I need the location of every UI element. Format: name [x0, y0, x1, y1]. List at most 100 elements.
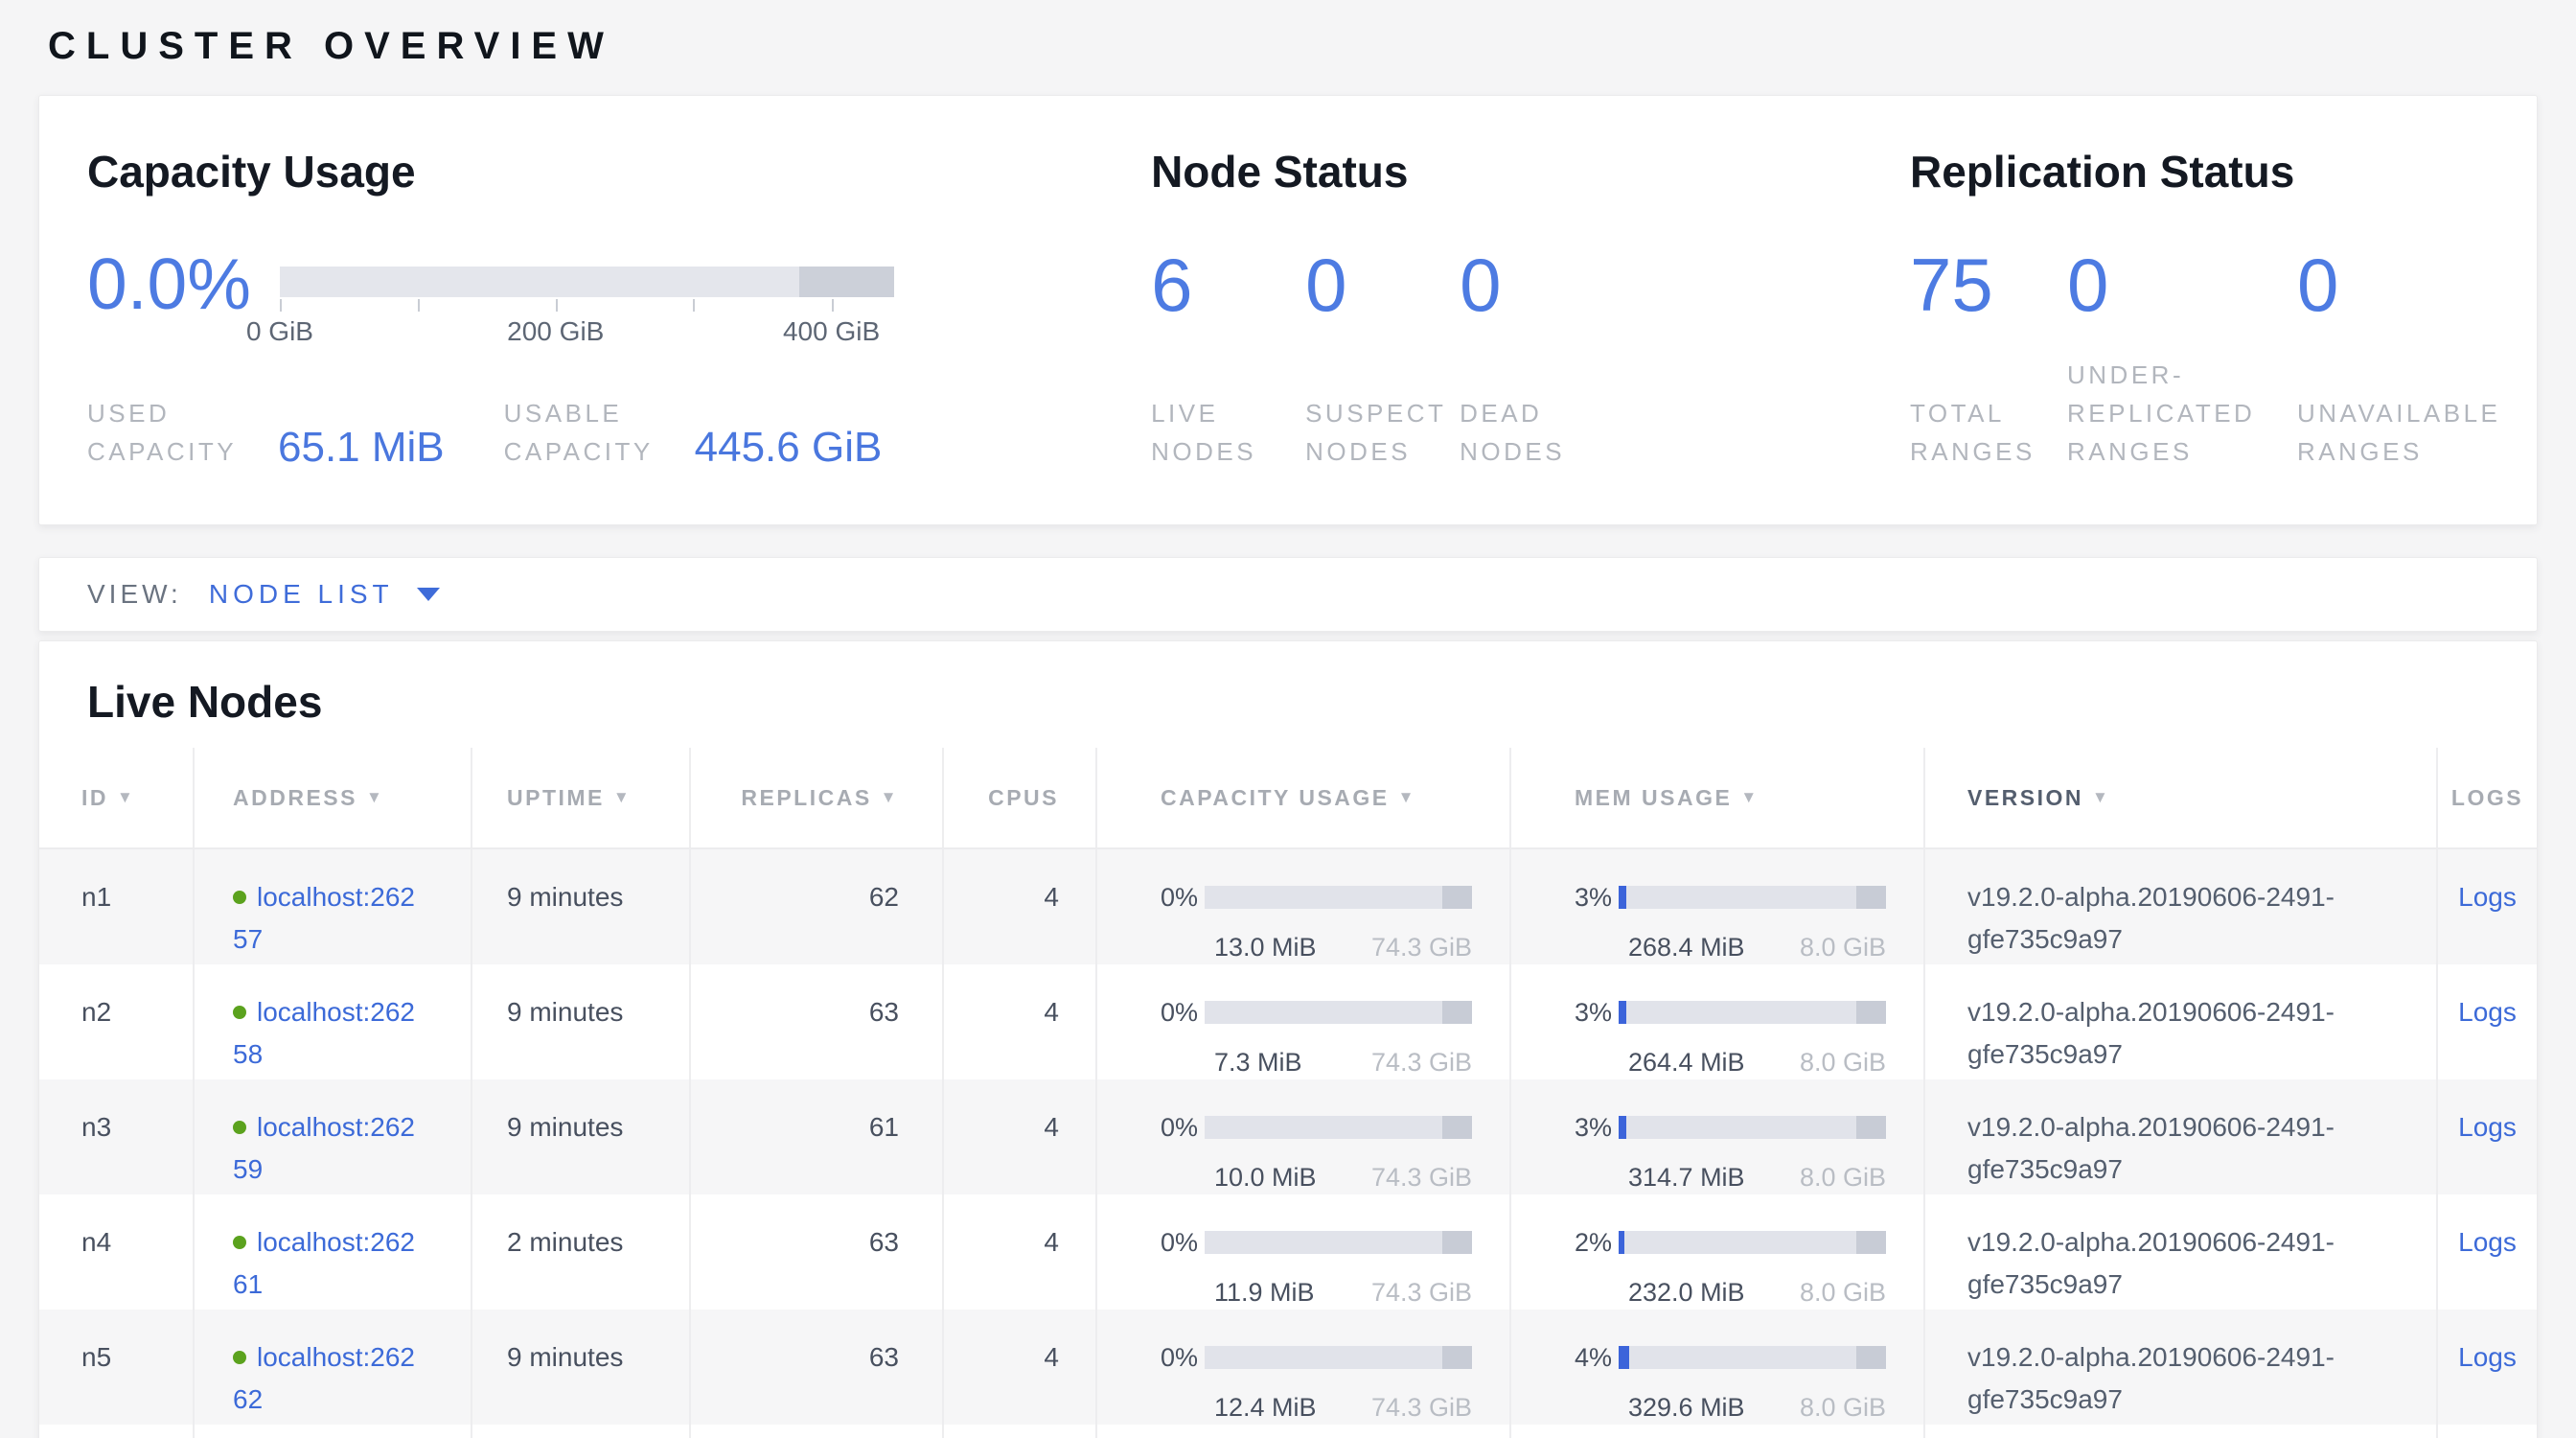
capacity-bar: 0 GiB200 GiB400 GiB	[280, 267, 894, 347]
logs-link[interactable]: Logs	[2458, 997, 2517, 1027]
capacity-used-value: 11.9 MiB	[1214, 1271, 1315, 1313]
column-header-version[interactable]: VERSION▼	[1923, 748, 2436, 847]
table-row: n1 localhost:26257 9 minutes 62 4 0% 13.…	[39, 849, 2537, 964]
capacity-minibar	[1205, 1231, 1472, 1254]
axis-tick	[556, 299, 558, 312]
node-status-title: Node Status	[1151, 146, 1910, 197]
cpus-cell: 4	[942, 849, 1095, 964]
mem-minibar-dark-segment	[1856, 1231, 1886, 1254]
axis-tick	[280, 299, 282, 312]
node-address-link[interactable]: localhost:26262	[233, 1342, 415, 1414]
capacity-minibar	[1205, 1116, 1472, 1139]
node-address-link[interactable]: localhost:26259	[233, 1112, 415, 1184]
capacity-total-value: 74.3 GiB	[1371, 1156, 1472, 1198]
used-capacity-stat: USED CAPACITY 65.1 MiB	[87, 394, 445, 471]
logs-link[interactable]: Logs	[2458, 1112, 2517, 1142]
capacity-percent: 0.0%	[87, 245, 251, 322]
node-address-link[interactable]: localhost:26261	[233, 1227, 415, 1299]
capacity-minibar-dark-segment	[1442, 1001, 1472, 1024]
column-header-logs: LOGS	[2436, 748, 2537, 847]
uptime-cell: 9 minutes	[471, 964, 689, 1079]
node-address-cell: localhost:26262	[193, 1310, 471, 1425]
mem-used-value: 264.4 MiB	[1628, 1041, 1745, 1083]
table-cell-partial	[193, 1425, 471, 1438]
column-header-mem-usage[interactable]: MEM USAGE▼	[1509, 748, 1923, 847]
sort-arrow-icon[interactable]: ▼	[1740, 788, 1759, 807]
mem-minibar	[1619, 1001, 1886, 1024]
mem-usage-cell: 3% 314.7 MiB 8.0 GiB	[1509, 1079, 1923, 1194]
stat-value: 6	[1151, 245, 1305, 356]
table-row: n4 localhost:26261 2 minutes 63 4 0% 11.…	[39, 1194, 2537, 1310]
dropdown-caret-icon[interactable]	[417, 588, 440, 601]
capacity-usage-section: Capacity Usage 0.0% 0 GiB200 GiB400 GiB	[87, 146, 1151, 524]
uptime-cell: 9 minutes	[471, 1310, 689, 1425]
mem-total-value: 8.0 GiB	[1800, 1386, 1886, 1428]
node-address-cell: localhost:26257	[193, 849, 471, 964]
column-header-replicas[interactable]: REPLICAS▼	[689, 748, 942, 847]
logs-cell: Logs	[2436, 849, 2537, 964]
mem-usage-cell: 4% 329.6 MiB 8.0 GiB	[1509, 1310, 1923, 1425]
sort-arrow-icon[interactable]: ▼	[2092, 788, 2110, 807]
stat-label: DEAD NODES	[1460, 394, 1614, 471]
node-address-link[interactable]: localhost:26258	[233, 997, 415, 1069]
cpus-cell: 4	[942, 1079, 1095, 1194]
replicas-cell: 61	[689, 1079, 942, 1194]
sort-arrow-icon[interactable]: ▼	[366, 788, 384, 807]
uptime-cell: 2 minutes	[471, 1194, 689, 1310]
node-id-cell: n1	[39, 849, 193, 964]
capacity-usage-cell: 0% 12.4 MiB 74.3 GiB	[1095, 1310, 1509, 1425]
mem-percent-label: 3%	[1575, 991, 1619, 1033]
column-header-uptime[interactable]: UPTIME ▼	[471, 748, 689, 847]
logs-link[interactable]: Logs	[2458, 1342, 2517, 1372]
axis-tick-label: 400 GiB	[783, 316, 880, 347]
sort-arrow-icon[interactable]: ▼	[613, 788, 632, 807]
sort-arrow-icon[interactable]: ▼	[881, 788, 899, 807]
node-live-status-icon	[233, 891, 246, 904]
mem-usage-cell: 2% 232.0 MiB 8.0 GiB	[1509, 1194, 1923, 1310]
node-live-status-icon	[233, 1351, 246, 1364]
table-cell-partial	[39, 1425, 193, 1438]
capacity-used-value: 13.0 MiB	[1214, 926, 1317, 968]
logs-cell: Logs	[2436, 1310, 2537, 1425]
mem-total-value: 8.0 GiB	[1800, 1156, 1886, 1198]
axis-tick-label: 0 GiB	[246, 316, 313, 347]
node-live-status-icon	[233, 1006, 246, 1019]
logs-link[interactable]: Logs	[2458, 1227, 2517, 1257]
table-row: n2 localhost:26258 9 minutes 63 4 0% 7.3…	[39, 964, 2537, 1079]
replicas-cell: 63	[689, 964, 942, 1079]
node-address-link[interactable]: localhost:26257	[233, 882, 415, 954]
mem-minibar-fill	[1619, 1116, 1626, 1139]
node-status-section: Node Status 600 LIVE NODESSUSPECT NODESD…	[1151, 146, 1910, 524]
capacity-percent-label: 0%	[1161, 876, 1205, 918]
sort-arrow-icon[interactable]: ▼	[117, 788, 135, 807]
table-body: n1 localhost:26257 9 minutes 62 4 0% 13.…	[39, 849, 2537, 1438]
usable-capacity-stat: USABLE CAPACITY 445.6 GiB	[504, 394, 883, 471]
mem-minibar-fill	[1619, 886, 1626, 909]
stat-label: SUSPECT NODES	[1305, 394, 1460, 471]
node-id-cell: n5	[39, 1310, 193, 1425]
capacity-minibar-dark-segment	[1442, 1231, 1472, 1254]
capacity-percent-label: 0%	[1161, 1106, 1205, 1148]
mem-usage-cell: 3% 268.4 MiB 8.0 GiB	[1509, 849, 1923, 964]
version-cell: v19.2.0-alpha.20190606-2491-gfe735c9a97	[1923, 1079, 2436, 1194]
view-selector-bar: VIEW: NODE LIST	[38, 557, 2538, 632]
column-header-capacity-usage[interactable]: CAPACITY USAGE▼	[1095, 748, 1509, 847]
mem-minibar-dark-segment	[1856, 1346, 1886, 1369]
table-cell-partial	[471, 1425, 689, 1438]
node-address-cell: localhost:26258	[193, 964, 471, 1079]
cluster-overview-page: CLUSTER OVERVIEW Capacity Usage 0.0% 0 G…	[0, 0, 2576, 1438]
page-title: CLUSTER OVERVIEW	[48, 25, 2538, 68]
node-live-status-icon	[233, 1236, 246, 1249]
cpus-cell: 4	[942, 964, 1095, 1079]
column-header-cpus: CPUS	[942, 748, 1095, 847]
capacity-percent-label: 0%	[1161, 991, 1205, 1033]
logs-link[interactable]: Logs	[2458, 882, 2517, 912]
uptime-cell: 9 minutes	[471, 849, 689, 964]
column-header-address[interactable]: ADDRESS▼	[193, 748, 471, 847]
mem-minibar	[1619, 1231, 1886, 1254]
column-header-label: UPTIME	[507, 785, 605, 811]
view-dropdown[interactable]: NODE LIST	[209, 579, 394, 610]
sort-arrow-icon[interactable]: ▼	[1398, 788, 1416, 807]
column-header-id[interactable]: ID▼	[39, 748, 193, 847]
mem-minibar-dark-segment	[1856, 886, 1886, 909]
